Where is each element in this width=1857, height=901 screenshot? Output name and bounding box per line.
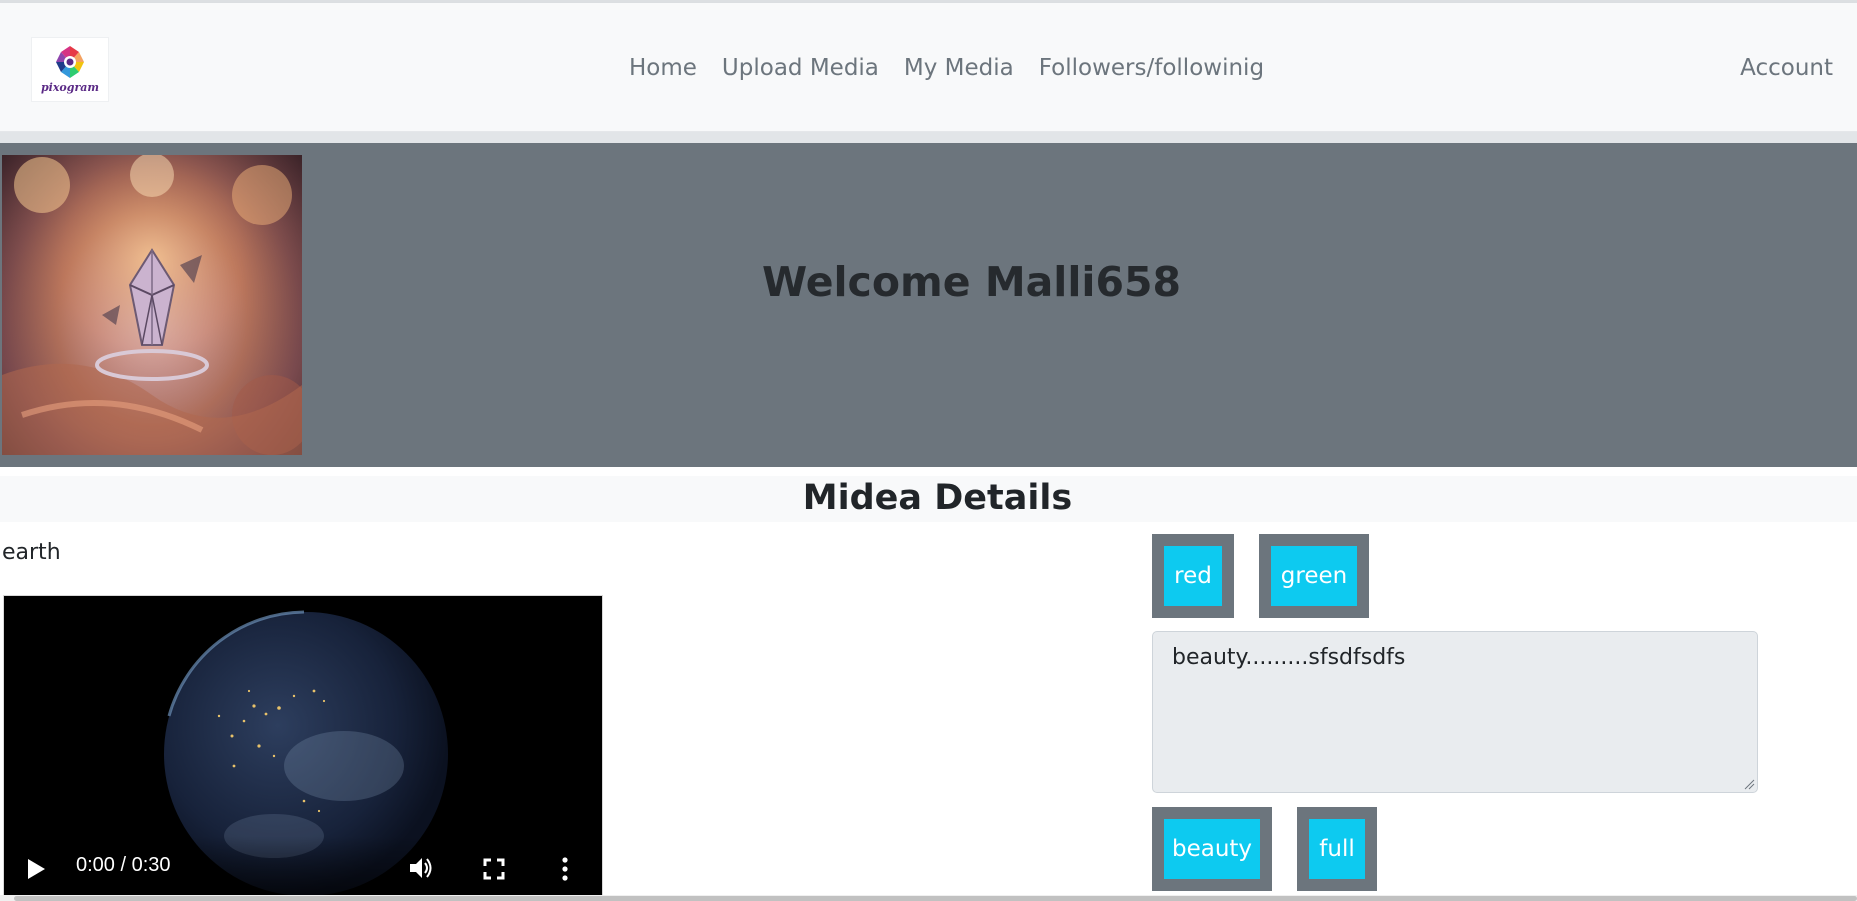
brand-logo-text: pixogram: [40, 81, 100, 94]
description-text: beauty.........sfsdfsdfs: [1172, 645, 1406, 670]
profile-image: [2, 155, 302, 455]
tag-beauty-button[interactable]: beauty: [1164, 819, 1260, 879]
navbar: pixogram Home Upload Media My Media Foll…: [0, 3, 1857, 132]
brand-logo[interactable]: pixogram: [31, 37, 109, 102]
tag-red-container: red: [1152, 534, 1234, 618]
resize-grip-icon[interactable]: [1743, 778, 1755, 790]
welcome-banner: Welcome Malli658: [0, 143, 1857, 467]
volume-icon[interactable]: [408, 856, 434, 880]
description-textarea[interactable]: beauty.........sfsdfsdfs: [1152, 631, 1758, 793]
hero-separator: [0, 132, 1857, 143]
nav-upload-media[interactable]: Upload Media: [722, 55, 879, 81]
tag-full-container: full: [1297, 807, 1377, 891]
nav-my-media[interactable]: My Media: [904, 55, 1014, 81]
horizontal-scrollbar[interactable]: [0, 895, 1857, 901]
details-title: Midea Details: [802, 478, 1073, 518]
scrollbar-thumb[interactable]: [14, 896, 1857, 901]
tag-full-button[interactable]: full: [1309, 819, 1365, 879]
tag-green-button[interactable]: green: [1271, 546, 1357, 606]
nav-account[interactable]: Account: [1740, 55, 1833, 81]
fullscreen-icon[interactable]: [483, 858, 505, 880]
nav-home[interactable]: Home: [629, 55, 697, 81]
media-name: earth: [2, 540, 61, 565]
tag-green-container: green: [1259, 534, 1369, 618]
video-player[interactable]: 0:00 / 0:30: [3, 595, 603, 897]
more-vert-icon[interactable]: [561, 857, 569, 881]
nav-links: Home Upload Media My Media Followers/fol…: [629, 55, 1264, 81]
tag-red-button[interactable]: red: [1164, 546, 1222, 606]
nav-followers-following[interactable]: Followers/followinig: [1039, 55, 1264, 81]
play-icon[interactable]: [26, 858, 46, 880]
welcome-title: Welcome Malli658: [761, 258, 1182, 306]
video-time: 0:00 / 0:30: [76, 854, 171, 876]
tag-beauty-container: beauty: [1152, 807, 1272, 891]
details-header: Midea Details: [0, 476, 1857, 522]
pixogram-logo-icon: [56, 46, 84, 78]
video-controls: 0:00 / 0:30: [4, 836, 602, 896]
